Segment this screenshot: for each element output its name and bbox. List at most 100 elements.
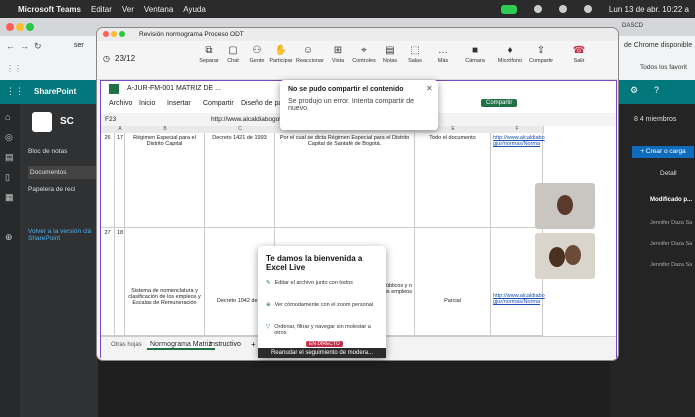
file-name[interactable]: A-JUR-FM-001 MATRIZ DE ... <box>127 85 221 92</box>
controls-button[interactable]: ⌖ Controles <box>352 44 376 64</box>
chat-button[interactable]: ▢ Chat <box>221 44 245 64</box>
wifi-icon[interactable] <box>558 5 567 13</box>
app-menu[interactable]: Microsoft Teams <box>18 5 81 14</box>
details-button[interactable]: Detall <box>660 170 677 177</box>
more-icon: … <box>438 45 448 56</box>
welcome-item: ⊕ Ver cómodamente con el zoom personal <box>266 302 374 308</box>
people-button[interactable]: ⚇ Gente <box>245 44 269 64</box>
raise-hand-button[interactable]: ✋ Participar <box>269 44 293 64</box>
resume-following-button[interactable]: Reanudar el seguimiento de modera... <box>258 348 386 358</box>
reload-icon[interactable]: ↻ <box>34 41 42 52</box>
other-sheets-label[interactable]: Otras hojas <box>111 342 142 348</box>
close-icon[interactable]: ✕ <box>426 84 433 93</box>
tab-insertar[interactable]: Insertar <box>167 100 191 107</box>
row-number[interactable]: 27 <box>101 228 115 336</box>
camera-button[interactable]: ■ Cámara <box>463 44 487 64</box>
table-cell[interactable]: Parcial <box>415 228 491 336</box>
clock[interactable]: Lun 13 de abr. 10:22 a <box>609 5 689 14</box>
avatar <box>557 195 573 215</box>
home-icon[interactable]: ⌂ <box>5 112 10 122</box>
mic-button[interactable]: ♦ Micrófono <box>493 44 527 64</box>
modified-by-header[interactable]: Modificado p... <box>650 197 692 203</box>
table-cell[interactable]: Régimen Especial para el Distrito Capita… <box>125 133 205 228</box>
table-cell[interactable]: Todo el documento <box>415 133 491 228</box>
filter-icon: ▽ <box>266 324 271 330</box>
sheet-tab-instructivo[interactable]: Instructivo <box>209 341 241 348</box>
menu-ayuda[interactable]: Ayuda <box>183 5 206 14</box>
all-bookmarks[interactable]: Todos los favorit <box>640 64 687 71</box>
app-launcher-icon[interactable]: ⋮⋮ <box>6 86 24 97</box>
tab-inicio[interactable]: Inicio <box>139 100 155 107</box>
react-button[interactable]: ☺ Reaccionar <box>296 44 324 64</box>
tab-diseno[interactable]: Diseño de pá <box>241 100 282 107</box>
news-icon[interactable]: ▤ <box>5 152 14 163</box>
table-cell[interactable]: 17 <box>115 133 125 228</box>
lists-icon[interactable]: ▦ <box>5 192 14 203</box>
members-count[interactable]: 8 4 miembros <box>634 116 676 123</box>
help-icon[interactable]: ? <box>654 85 659 95</box>
welcome-item: ✎ Editar el archivo junto con todos <box>266 280 353 286</box>
forward-icon[interactable]: → <box>20 41 29 51</box>
table-cell[interactable]: Sistema de nomenclatura y clasificación … <box>125 228 205 336</box>
col-header-b[interactable]: B <box>125 126 206 133</box>
notes-button[interactable]: ▤ Notas <box>378 44 402 64</box>
tab-dascd[interactable]: DASCD <box>622 23 643 29</box>
create-upload-button[interactable]: + Crear o carga <box>632 146 694 158</box>
popup-title: No se pudo compartir el contenido <box>288 86 404 93</box>
table-cell[interactable]: Decreto 1421 de 1993 <box>205 133 275 228</box>
classic-link[interactable]: Volver a la versión clá SharePoint <box>28 228 94 242</box>
url-text[interactable]: ser <box>74 42 84 49</box>
update-notice[interactable]: de Chrome disponible <box>624 42 692 49</box>
hand-icon: ✋ <box>274 45 288 56</box>
rooms-button[interactable]: ⬚ Salas <box>403 44 427 64</box>
nav-papelera[interactable]: Papelera de reci <box>28 186 94 193</box>
window-controls[interactable] <box>103 31 125 39</box>
window-controls[interactable] <box>6 23 35 33</box>
menu-editar[interactable]: Editar <box>91 5 112 14</box>
nav-bloc-notas[interactable]: Bloc de notas <box>28 148 94 155</box>
pencil-icon: ✎ <box>266 280 271 286</box>
cell-reference[interactable]: F23 <box>105 116 116 123</box>
corner-header[interactable] <box>101 126 116 133</box>
settings-icon[interactable]: ⚙ <box>630 85 638 96</box>
table-cell[interactable]: 18 <box>115 228 125 336</box>
controls-icon: ⌖ <box>361 45 367 56</box>
excel-live-welcome: Te damos la bienvenida a Excel Live ✎ Edi… <box>258 246 386 358</box>
share-button[interactable]: ⇪ Compartir <box>529 44 553 64</box>
smiley-icon: ☺ <box>302 45 314 56</box>
view-button[interactable]: ⊞ Vista <box>326 44 350 64</box>
leave-button[interactable]: ☎ Salir <box>567 44 591 64</box>
excel-share-button[interactable]: Compartir <box>481 99 518 107</box>
back-icon[interactable]: ← <box>6 41 15 51</box>
participant-video-1[interactable] <box>535 183 595 229</box>
create-icon[interactable]: ⊕ <box>5 232 13 243</box>
person-2: Jennifer Daza Sa <box>650 241 693 247</box>
sharepoint-site-nav: SC Bloc de notas Documentos Papelera de … <box>20 104 98 417</box>
globe-icon[interactable]: ◎ <box>5 132 13 143</box>
tab-archivo[interactable]: Archivo <box>109 100 132 107</box>
more-button[interactable]: … Más <box>431 44 455 64</box>
battery-icon[interactable] <box>583 5 592 13</box>
sharepoint-title[interactable]: SharePoint <box>34 87 76 96</box>
table-cell[interactable]: Por el cual se dicta Régimen Especial pa… <box>275 133 415 228</box>
menu-ver[interactable]: Ver <box>122 5 134 14</box>
person-1: Jennifer Daza Sa <box>650 220 693 226</box>
col-header-c[interactable]: C <box>205 126 276 133</box>
status-icon[interactable] <box>533 5 542 13</box>
participant-video-2[interactable] <box>535 233 595 279</box>
tab-compartir[interactable]: Compartir <box>203 100 234 107</box>
meeting-title: Revisión normograma Proceso ODT <box>139 31 244 38</box>
camera-status-icon[interactable] <box>500 4 517 14</box>
sheet-tab-normograma[interactable]: Normograma Matriz <box>147 341 215 350</box>
apps-icon[interactable]: ⋮⋮ <box>6 64 22 73</box>
separar-button[interactable]: ⧉ Separar <box>197 44 221 64</box>
grid-icon: ⊞ <box>333 45 343 56</box>
nav-documentos[interactable]: Documentos <box>28 166 98 179</box>
row-number[interactable]: 26 <box>101 133 115 228</box>
add-sheet-button[interactable]: + <box>251 340 256 349</box>
menu-ventana[interactable]: Ventana <box>144 5 173 14</box>
page-counter: 23/12 <box>115 54 136 63</box>
col-header-f[interactable]: F <box>491 126 544 133</box>
files-icon[interactable]: ▯ <box>5 172 10 183</box>
mic-icon: ♦ <box>507 45 513 56</box>
